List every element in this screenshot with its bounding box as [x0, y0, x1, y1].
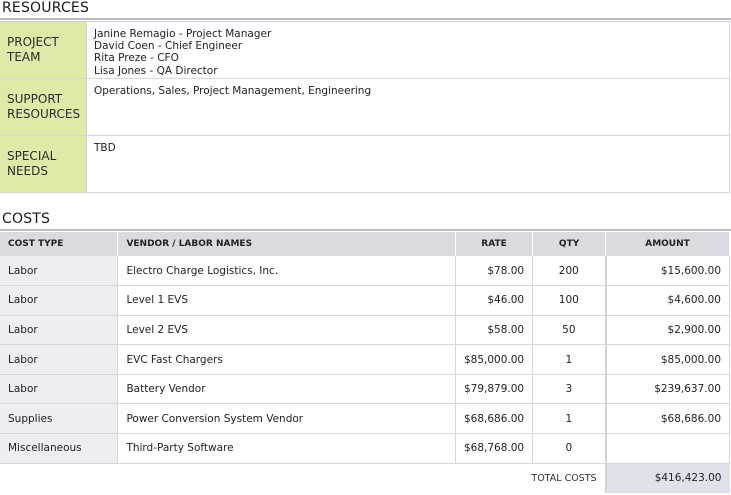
amount-cell: $2,900.00 — [604, 315, 730, 346]
rate-cell: $85,000.00 — [455, 344, 534, 375]
amount-cell: $239,637.00 — [604, 374, 730, 405]
resource-label: SPECIAL NEEDS — [0, 136, 87, 192]
total-row: TOTAL COSTS $416,423.00 — [0, 463, 730, 493]
table-row: Supplies Power Conversion System Vendor … — [0, 403, 730, 435]
amount-cell: $4,600.00 — [604, 285, 730, 316]
costs-divider — [0, 229, 731, 231]
qty-cell: 3 — [532, 374, 607, 405]
vendor-cell: Power Conversion System Vendor — [117, 403, 456, 435]
resource-label: SUPPORT RESOURCES — [0, 79, 87, 135]
vendor-cell: EVC Fast Chargers — [117, 344, 456, 375]
resource-label: PROJECT TEAM — [0, 22, 87, 78]
vendor-cell: Battery Vendor — [117, 374, 456, 405]
rate-cell: $78.00 — [455, 256, 534, 287]
qty-cell: 0 — [532, 433, 607, 464]
rate-cell: $58.00 — [455, 315, 534, 346]
resources-table: PROJECT TEAM Janine Remagio - Project Ma… — [0, 21, 730, 193]
qty-cell: 200 — [532, 256, 607, 287]
cost-type-cell: Miscellaneous — [0, 433, 119, 464]
amount-cell — [604, 433, 730, 464]
amount-cell: $15,600.00 — [604, 256, 730, 287]
resource-value: Operations, Sales, Project Management, E… — [87, 79, 730, 135]
amount-cell: $68,686.00 — [604, 403, 730, 435]
qty-cell: 1 — [532, 403, 607, 435]
rate-cell: $68,686.00 — [455, 403, 534, 435]
header-vendor: VENDOR / LABOR NAMES — [117, 232, 456, 256]
table-row: Labor EVC Fast Chargers $85,000.00 1 $85… — [0, 344, 730, 375]
vendor-cell: Level 1 EVS — [117, 285, 456, 316]
qty-cell: 50 — [532, 315, 607, 346]
vendor-cell: Level 2 EVS — [117, 315, 456, 346]
costs-title: COSTS — [2, 211, 51, 227]
rate-cell: $79,879.00 — [455, 374, 534, 405]
table-row: Labor Level 2 EVS $58.00 50 $2,900.00 — [0, 315, 730, 346]
rate-cell: $68,768.00 — [455, 433, 534, 464]
cost-type-cell: Supplies — [0, 403, 119, 435]
table-row: Labor Battery Vendor $79,879.00 3 $239,6… — [0, 374, 730, 405]
cost-type-cell: Labor — [0, 285, 119, 316]
resource-value: Janine Remagio - Project Manager David C… — [87, 22, 730, 78]
rate-cell: $46.00 — [455, 285, 534, 316]
resource-value: TBD — [87, 136, 730, 192]
header-qty: QTY — [532, 232, 607, 256]
table-row: Labor Electro Charge Logistics, Inc. $78… — [0, 256, 730, 287]
header-cost-type: COST TYPE — [0, 232, 119, 256]
qty-cell: 1 — [532, 344, 607, 375]
resource-row-special-needs: SPECIAL NEEDS TBD — [0, 136, 730, 193]
cost-type-cell: Labor — [0, 374, 119, 405]
total-spacer — [118, 463, 456, 493]
total-costs-label: TOTAL COSTS — [531, 472, 597, 484]
resource-row-support-resources: SUPPORT RESOURCES Operations, Sales, Pro… — [0, 79, 730, 136]
costs-table: COST TYPE VENDOR / LABOR NAMES RATE QTY … — [0, 232, 730, 493]
cost-type-cell: Labor — [0, 256, 119, 287]
resources-divider — [0, 18, 731, 20]
cost-type-cell: Labor — [0, 344, 119, 375]
costs-header-row: COST TYPE VENDOR / LABOR NAMES RATE QTY … — [0, 232, 730, 256]
cost-type-cell: Labor — [0, 315, 119, 346]
vendor-cell: Electro Charge Logistics, Inc. — [117, 256, 456, 287]
table-row: Miscellaneous Third-Party Software $68,7… — [0, 433, 730, 464]
qty-cell: 100 — [532, 285, 607, 316]
total-costs-value: $416,423.00 — [604, 463, 730, 493]
resource-row-project-team: PROJECT TEAM Janine Remagio - Project Ma… — [0, 22, 730, 79]
vendor-cell: Third-Party Software — [117, 433, 456, 464]
total-spacer — [0, 463, 118, 493]
table-row: Labor Level 1 EVS $46.00 100 $4,600.00 — [0, 285, 730, 316]
amount-cell: $85,000.00 — [604, 344, 730, 375]
header-rate: RATE — [455, 232, 534, 256]
resources-title: RESOURCES — [2, 0, 90, 16]
header-amount: AMOUNT — [605, 232, 730, 256]
